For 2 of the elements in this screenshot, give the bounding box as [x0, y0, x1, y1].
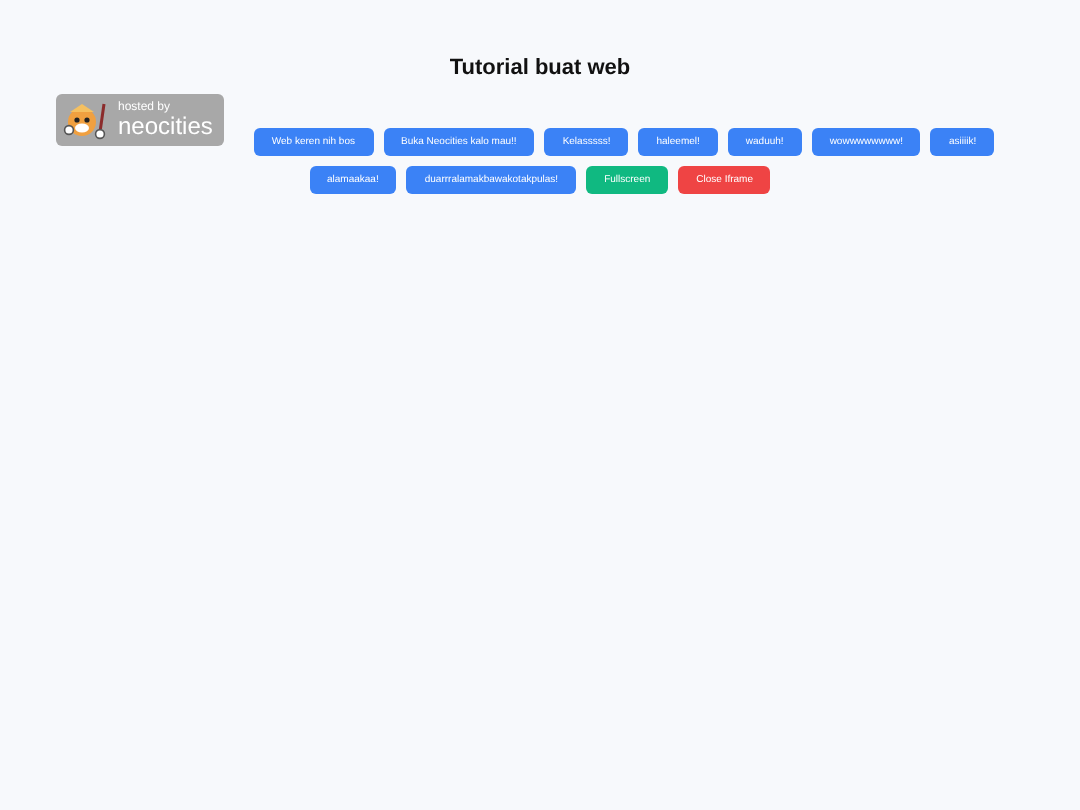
page-title: Tutorial buat web: [447, 56, 633, 80]
badge-brand: neocities: [118, 114, 213, 138]
